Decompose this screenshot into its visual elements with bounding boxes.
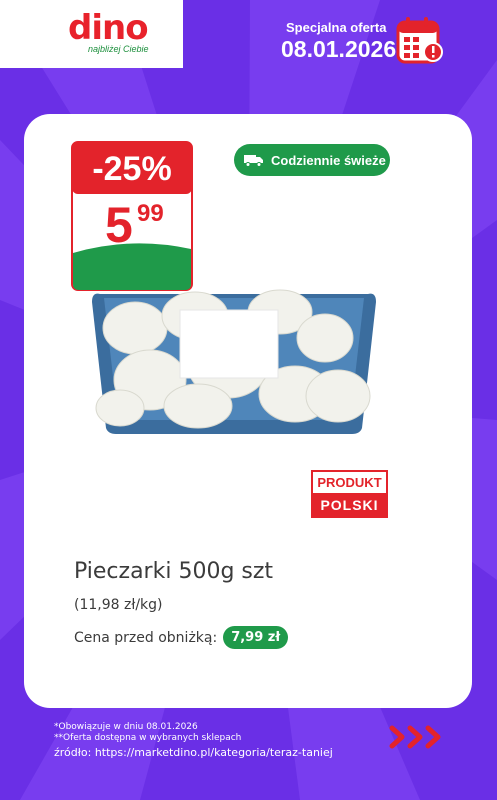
price-cents: 99 bbox=[137, 200, 164, 227]
unit-price: (11,98 zł/kg) bbox=[74, 597, 163, 613]
product-name: Pieczarki 500g szt bbox=[74, 559, 274, 584]
logo-wordmark: dino bbox=[68, 8, 149, 48]
product-image[interactable] bbox=[80, 288, 388, 436]
previous-price-row: Cena przed obniżką: 7,99 zł bbox=[74, 626, 289, 649]
fresh-badge-label: Codziennie świeże bbox=[271, 152, 386, 168]
footer-note-1: *Obowiązuje w dniu 08.01.2026 bbox=[54, 722, 198, 732]
polish-product-badge: PRODUKT POLSKI bbox=[311, 470, 388, 518]
fresh-badge: Codziennie świeże bbox=[234, 144, 390, 176]
previous-price-label: Cena przed obniżką: bbox=[74, 629, 218, 646]
discount-label: -25% bbox=[92, 150, 172, 188]
offer-label: Specjalna oferta bbox=[286, 20, 387, 35]
price-tag: -25% 5 99 bbox=[71, 141, 193, 291]
price-main: 5 bbox=[105, 197, 133, 253]
truck-icon bbox=[244, 155, 263, 167]
footer-note-2: **Oferta dostępna w wybranych sklepach bbox=[54, 733, 242, 743]
logo[interactable]: dino najbliżej Ciebie bbox=[0, 0, 183, 68]
source-link[interactable]: źródło: https://marketdino.pl/kategoria/… bbox=[54, 746, 333, 759]
previous-price-value: 7,99 zł bbox=[223, 626, 289, 649]
logo-tagline: najbliżej Ciebie bbox=[88, 44, 149, 54]
calendar-icon bbox=[396, 17, 443, 64]
offer-date: 08.01.2026 bbox=[281, 36, 397, 62]
chevrons-right-icon[interactable] bbox=[388, 724, 448, 750]
badge-line2: POLSKI bbox=[313, 493, 386, 516]
badge-line1: PRODUKT bbox=[317, 475, 382, 490]
